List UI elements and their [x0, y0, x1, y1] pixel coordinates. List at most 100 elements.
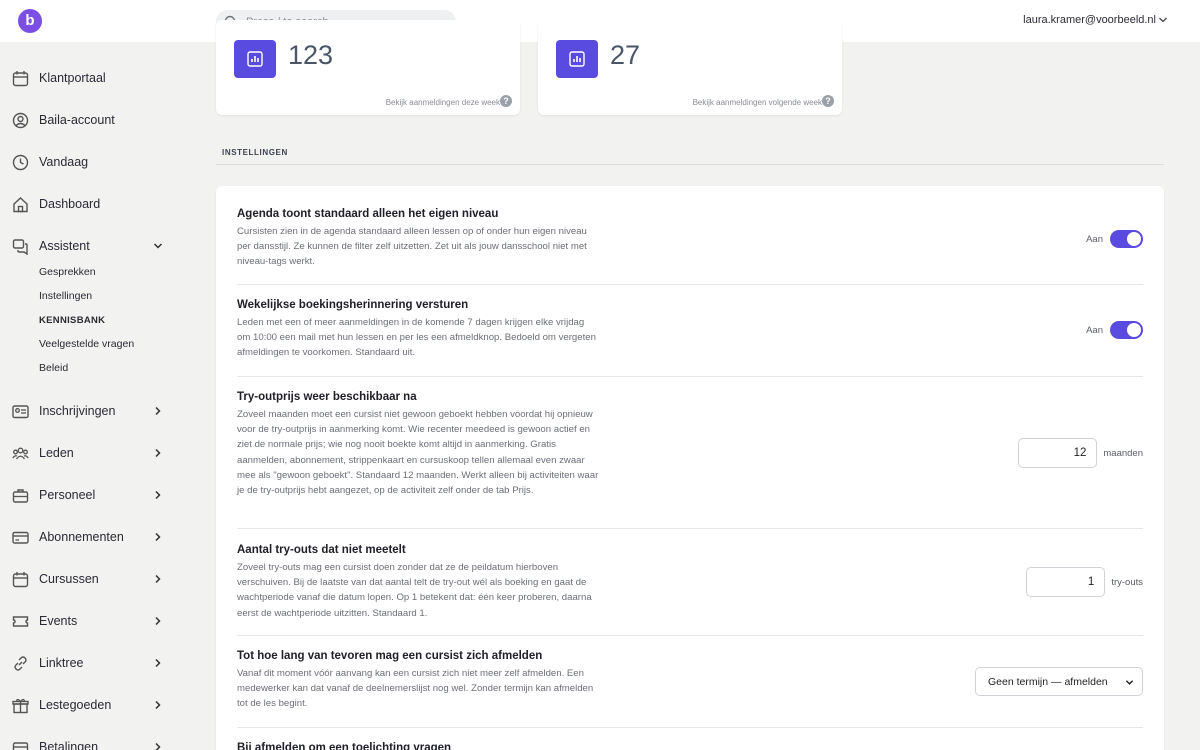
months-input[interactable] — [1018, 438, 1098, 468]
divider — [237, 376, 1143, 377]
sidebar-item-label: Baila-account — [39, 113, 115, 127]
chevron-right-icon — [155, 490, 161, 500]
divider — [237, 727, 1143, 728]
sidebar-subitem-kennisbank[interactable]: KENNISBANK — [39, 315, 105, 326]
sidebar-item-cursussen[interactable]: Cursussen — [0, 565, 184, 593]
user-circle-icon — [12, 112, 29, 129]
chat-icon — [12, 239, 28, 255]
sidebar-item-label: Vandaag — [39, 155, 89, 169]
section-title: INSTELLINGEN — [222, 148, 288, 157]
sidebar: Klantportaal Baila-account Vandaag Dashb… — [0, 42, 184, 750]
home-icon — [13, 197, 28, 213]
chart-bar-icon — [234, 40, 276, 78]
setting-tryouts-niet-meetelt: Aantal try-outs dat niet meetelt Zoveel … — [237, 544, 1143, 621]
chevron-down-icon[interactable] — [1158, 15, 1168, 25]
toggle-label: Aan — [1086, 324, 1103, 336]
chevron-right-icon — [155, 406, 161, 416]
sidebar-item-label: Lestegoeden — [39, 698, 112, 712]
sidebar-item-abonnementen[interactable]: Abonnementen — [0, 523, 184, 551]
setting-boekingsherinnering: Wekelijkse boekingsherinnering versturen… — [237, 299, 1143, 361]
setting-description: Leden met een of meer aanmeldingen in de… — [237, 317, 596, 359]
setting-toelichting-afmelden: Bij afmelden om een toelichting vragen — [237, 742, 1143, 750]
chevron-right-icon — [155, 658, 161, 668]
toggle-agenda-niveau: Aan — [1086, 230, 1143, 248]
help-icon[interactable]: ? — [822, 95, 834, 107]
stat-card-next-week: 27 Bekijk aanmeldingen volgende week ? — [538, 20, 842, 115]
user-email[interactable]: laura.kramer@voorbeeld.nl — [1023, 14, 1156, 26]
chevron-right-icon — [155, 448, 161, 458]
sidebar-item-baila-account[interactable]: Baila-account — [0, 106, 184, 134]
tryouts-input[interactable] — [1026, 567, 1106, 597]
calendar-icon — [12, 572, 29, 588]
id-card-icon — [12, 405, 29, 419]
chevron-right-icon — [155, 700, 161, 710]
sidebar-item-vandaag[interactable]: Vandaag — [0, 148, 184, 176]
card-icon — [12, 531, 29, 544]
setting-title: Bij afmelden om een toelichting vragen — [237, 742, 452, 750]
divider — [237, 284, 1143, 285]
toggle-label: Aan — [1086, 233, 1103, 245]
chevron-right-icon — [155, 532, 161, 542]
sidebar-subitem-veelgestelde-vragen[interactable]: Veelgestelde vragen — [39, 338, 134, 350]
sidebar-item-label: Inschrijvingen — [39, 404, 116, 418]
sidebar-item-label: Linktree — [39, 656, 84, 670]
ticket-icon — [12, 616, 29, 627]
sidebar-item-dashboard[interactable]: Dashboard — [0, 190, 184, 218]
sidebar-item-label: Assistent — [39, 239, 90, 253]
sidebar-item-leden[interactable]: Leden — [0, 439, 184, 467]
chevron-down-icon — [153, 243, 163, 249]
setting-agenda-niveau: Agenda toont standaard alleen het eigen … — [237, 208, 1143, 270]
tryout-months-control: maanden — [1018, 438, 1143, 468]
sidebar-item-label: Dashboard — [39, 197, 101, 211]
divider — [237, 528, 1143, 529]
app-logo[interactable]: b — [18, 9, 42, 33]
chevron-right-icon — [155, 574, 161, 584]
sidebar-item-lestegoeden[interactable]: Lestegoeden — [0, 691, 184, 719]
sidebar-item-inschrijvingen[interactable]: Inschrijvingen — [0, 397, 184, 425]
toggle-switch[interactable] — [1110, 321, 1143, 339]
sidebar-subitem-gesprekken[interactable]: Gesprekken — [39, 266, 96, 278]
stat-card-this-week: 123 Bekijk aanmeldingen deze week ? — [216, 20, 520, 115]
setting-title: Wekelijkse boekingsherinnering versturen — [237, 299, 469, 311]
section-divider — [216, 164, 1164, 165]
setting-description: Vanaf dit moment vóór aanvang kan een cu… — [237, 668, 594, 710]
sidebar-item-klantportaal[interactable]: Klantportaal — [0, 64, 184, 92]
calendar-icon — [12, 71, 29, 87]
setting-description: Zoveel try-outs mag een cursist doen zon… — [237, 562, 592, 619]
unit-label: maanden — [1103, 447, 1143, 459]
sidebar-item-label: Klantportaal — [39, 71, 106, 85]
sidebar-item-personeel[interactable]: Personeel — [0, 481, 184, 509]
setting-title: Tot hoe lang van tevoren mag een cursist… — [237, 650, 543, 662]
sidebar-item-events[interactable]: Events — [0, 607, 184, 635]
chevron-right-icon — [155, 742, 161, 750]
help-icon[interactable]: ? — [500, 95, 512, 107]
stat-value: 27 — [610, 40, 641, 70]
tryouts-count-control: try-outs — [1026, 567, 1143, 597]
settings-card: Agenda toont standaard alleen het eigen … — [216, 186, 1164, 750]
chart-bar-icon — [556, 40, 598, 78]
sidebar-item-label: Leden — [39, 446, 74, 460]
sidebar-item-label: Betalingen — [39, 740, 99, 750]
setting-description: Zoveel maanden moet een cursist niet gew… — [237, 409, 599, 497]
stat-value: 123 — [288, 40, 334, 70]
sidebar-item-label: Abonnementen — [39, 530, 124, 544]
sidebar-item-betalingen[interactable]: Betalingen — [0, 733, 184, 750]
stat-link[interactable]: Bekijk aanmeldingen deze week — [386, 98, 500, 107]
setting-title: Aantal try-outs dat niet meetelt — [237, 544, 406, 556]
sidebar-item-label: Cursussen — [39, 572, 99, 586]
chevron-down-icon — [1125, 680, 1134, 685]
sidebar-item-linktree[interactable]: Linktree — [0, 649, 184, 677]
briefcase-icon — [12, 489, 29, 503]
sidebar-subitem-instellingen[interactable]: Instellingen — [39, 290, 92, 302]
wallet-icon — [12, 742, 29, 750]
toggle-switch[interactable] — [1110, 230, 1143, 248]
users-icon — [12, 447, 29, 460]
gift-icon — [12, 698, 29, 714]
select-value: Geen termijn — afmelden — [988, 675, 1108, 688]
setting-title: Try-outprijs weer beschikbaar na — [237, 391, 417, 403]
stat-link[interactable]: Bekijk aanmeldingen volgende week — [693, 98, 822, 107]
sidebar-item-assistent[interactable]: Assistent — [0, 232, 184, 260]
sidebar-subitem-beleid[interactable]: Beleid — [39, 362, 68, 374]
afmeldtermijn-select[interactable]: Geen termijn — afmelden — [975, 667, 1143, 696]
link-icon — [14, 656, 27, 671]
